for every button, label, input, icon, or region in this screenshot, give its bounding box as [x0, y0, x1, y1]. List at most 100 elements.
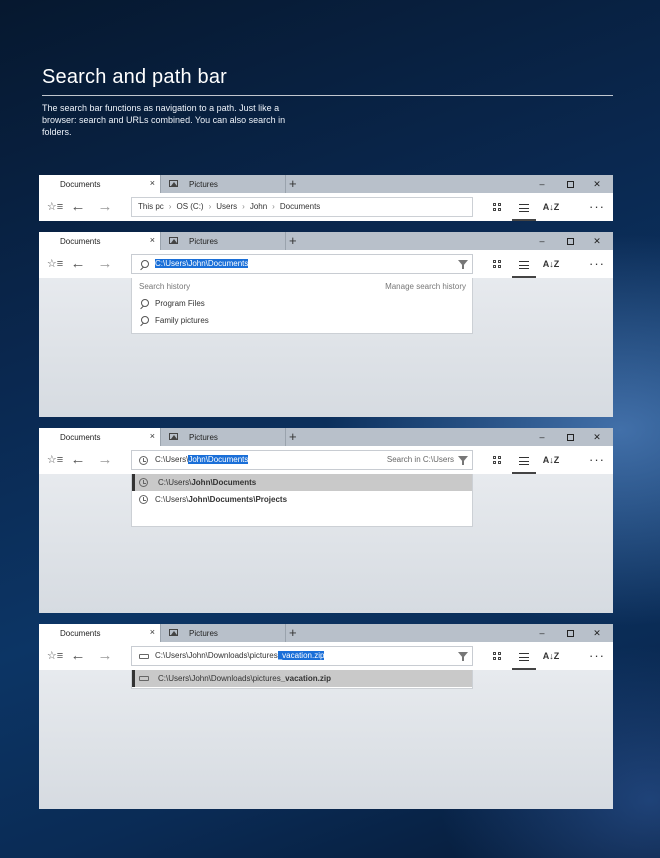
- minimize-button[interactable]: –: [528, 175, 556, 193]
- close-tab-icon[interactable]: ×: [150, 236, 155, 245]
- back-button[interactable]: ←: [67, 642, 89, 670]
- new-tab-button[interactable]: +: [289, 233, 297, 248]
- path-input[interactable]: C:\Users\John\Downloads\pictures_vacatio…: [131, 646, 473, 666]
- manage-search-history-link[interactable]: Manage search history: [385, 282, 466, 291]
- tab-pictures[interactable]: Pictures: [160, 232, 286, 250]
- close-window-button[interactable]: ✕: [583, 624, 611, 642]
- list-item[interactable]: C:\Users\John\Documents\Projects: [132, 491, 472, 508]
- selected-text: C:\Users\John\Documents: [155, 259, 249, 268]
- forward-button[interactable]: →: [94, 193, 116, 221]
- list-view-button[interactable]: [512, 193, 536, 221]
- back-button[interactable]: ←: [67, 193, 89, 221]
- favorites-icon[interactable]: ☆≡: [44, 642, 66, 670]
- back-button[interactable]: ←: [67, 446, 89, 474]
- close-tab-icon[interactable]: ×: [150, 432, 155, 441]
- list-item[interactable]: C:\Users\John\Documents: [132, 474, 472, 491]
- list-icon: [519, 456, 529, 465]
- forward-button[interactable]: →: [94, 642, 116, 670]
- path-input[interactable]: C:\Users\John\Documents Search in C:\Use…: [131, 450, 473, 470]
- minimize-button[interactable]: –: [528, 624, 556, 642]
- tab-pictures[interactable]: Pictures: [160, 428, 286, 446]
- new-tab-button[interactable]: +: [289, 429, 297, 444]
- new-tab-button[interactable]: +: [289, 625, 297, 640]
- more-options-button[interactable]: ···: [586, 446, 608, 474]
- maximize-button[interactable]: [556, 232, 584, 250]
- tab-label: Documents: [60, 628, 101, 638]
- more-options-button[interactable]: ···: [586, 193, 608, 221]
- filter-icon[interactable]: [458, 456, 468, 465]
- grid-view-button[interactable]: [486, 250, 508, 278]
- tab-label: Documents: [60, 432, 101, 442]
- breadcrumb-item[interactable]: Documents: [280, 202, 320, 211]
- search-icon: [139, 299, 149, 309]
- more-options-button[interactable]: ···: [586, 642, 608, 670]
- suggestion-match: _vacation.zip: [280, 674, 331, 683]
- tab-pictures[interactable]: Pictures: [160, 624, 286, 642]
- filter-icon[interactable]: [458, 260, 468, 269]
- tab-pictures[interactable]: Pictures: [160, 175, 286, 193]
- minimize-button[interactable]: –: [528, 428, 556, 446]
- history-item-label: Program Files: [155, 299, 205, 308]
- list-item[interactable]: Program Files: [132, 295, 472, 312]
- grid-view-button[interactable]: [486, 446, 508, 474]
- list-icon: [519, 652, 529, 661]
- close-window-button[interactable]: ✕: [583, 232, 611, 250]
- tab-label: Pictures: [189, 628, 218, 638]
- grid-view-button[interactable]: [486, 193, 508, 221]
- favorites-icon[interactable]: ☆≡: [44, 446, 66, 474]
- dropdown-header: Search history Manage search history: [132, 278, 472, 295]
- maximize-button[interactable]: [556, 624, 584, 642]
- history-icon: [139, 478, 148, 487]
- list-view-button[interactable]: [512, 642, 536, 670]
- breadcrumb-item[interactable]: Users: [216, 202, 237, 211]
- breadcrumb-item[interactable]: OS (C:): [176, 202, 203, 211]
- list-view-button[interactable]: [512, 446, 536, 474]
- search-scope-hint: Search in C:\Users: [386, 455, 454, 464]
- forward-button[interactable]: →: [94, 250, 116, 278]
- window-content: [39, 670, 613, 809]
- path-query: C:\Users\John\Documents: [155, 451, 249, 469]
- filter-icon[interactable]: [458, 652, 468, 661]
- close-tab-icon[interactable]: ×: [150, 628, 155, 637]
- typed-text: C:\Users\: [155, 455, 189, 464]
- breadcrumb[interactable]: This pc › OS (C:) › Users › John › Documents: [131, 197, 473, 217]
- favorites-icon[interactable]: ☆≡: [44, 250, 66, 278]
- breadcrumb-item[interactable]: John: [250, 202, 267, 211]
- explorer-window-path-autocomplete: Documents × Pictures + – ✕ ☆≡ ← → C:\Use…: [39, 428, 613, 613]
- list-item[interactable]: C:\Users\John\Downloads\pictures_vacatio…: [132, 670, 472, 687]
- grid-view-button[interactable]: [486, 642, 508, 670]
- close-window-button[interactable]: ✕: [583, 428, 611, 446]
- sort-button[interactable]: A↓Z: [540, 446, 562, 474]
- favorites-icon[interactable]: ☆≡: [44, 193, 66, 221]
- tab-documents[interactable]: Documents ×: [39, 428, 160, 446]
- forward-button[interactable]: →: [94, 446, 116, 474]
- minimize-button[interactable]: –: [528, 232, 556, 250]
- tab-documents[interactable]: Documents ×: [39, 232, 160, 250]
- typed-text: C:\Users\John\Downloads\pictures: [155, 651, 278, 660]
- sort-button[interactable]: A↓Z: [540, 250, 562, 278]
- maximize-button[interactable]: [556, 428, 584, 446]
- search-input[interactable]: C:\Users\John\Documents: [131, 254, 473, 274]
- suggestion-prefix: C:\Users\John\Downloads\pictures: [158, 674, 281, 683]
- sort-button[interactable]: A↓Z: [540, 193, 562, 221]
- close-window-button[interactable]: ✕: [583, 175, 611, 193]
- back-button[interactable]: ←: [67, 250, 89, 278]
- new-tab-button[interactable]: +: [289, 176, 297, 191]
- suggestion-label: C:\Users\John\Documents: [158, 474, 256, 491]
- list-item[interactable]: Family pictures: [132, 312, 472, 329]
- history-icon: [139, 495, 148, 504]
- toolbar: ☆≡ ← → C:\Users\John\Documents Search in…: [39, 446, 613, 474]
- more-options-button[interactable]: ···: [586, 250, 608, 278]
- maximize-button[interactable]: [556, 175, 584, 193]
- tab-documents[interactable]: Documents ×: [39, 624, 160, 642]
- path-query: C:\Users\John\Downloads\pictures_vacatio…: [155, 647, 325, 665]
- hero: Search and path bar The search bar funct…: [42, 66, 614, 138]
- breadcrumb-item[interactable]: This pc: [138, 202, 164, 211]
- page-title: Search and path bar: [42, 66, 228, 88]
- close-tab-icon[interactable]: ×: [150, 179, 155, 188]
- sort-button[interactable]: A↓Z: [540, 642, 562, 670]
- tab-label: Pictures: [189, 179, 218, 189]
- list-view-button[interactable]: [512, 250, 536, 278]
- picture-icon: [169, 237, 178, 244]
- tab-documents[interactable]: Documents ×: [39, 175, 160, 193]
